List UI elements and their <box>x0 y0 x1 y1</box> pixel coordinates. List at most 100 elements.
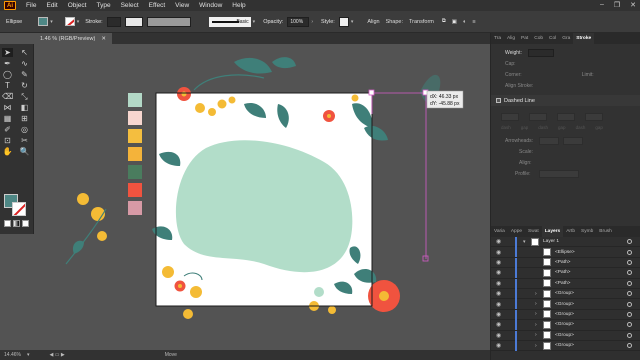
tab-symbols[interactable]: Symb <box>578 226 596 237</box>
dashed-line-checkbox[interactable] <box>496 98 501 103</box>
direct-selection-tool-icon[interactable]: ↖ <box>19 48 30 57</box>
layer-name[interactable]: <Path> <box>555 260 570 265</box>
expand-icon[interactable]: › <box>535 291 537 297</box>
default-colors-icon[interactable] <box>4 220 11 227</box>
menu-file[interactable]: File <box>26 2 36 9</box>
color-swatch[interactable] <box>128 201 142 215</box>
rotate-tool-icon[interactable]: ↻ <box>19 81 30 90</box>
dash-input[interactable] <box>557 112 575 121</box>
target-icon[interactable] <box>627 239 632 245</box>
artwork[interactable]: dX: 46.33 px dY: -45.88 px <box>34 44 490 350</box>
shape-builder-icon[interactable]: ◧ <box>19 103 30 112</box>
tab-stroke[interactable]: Stroke <box>573 33 595 44</box>
mesh-tool-icon[interactable]: ⊞ <box>19 114 30 123</box>
opacity-input[interactable]: 100% <box>287 16 310 27</box>
visibility-eye-icon[interactable]: ◉ <box>496 332 501 339</box>
layer-row[interactable]: ◉ <Ellipse> <box>491 247 640 258</box>
menu-view[interactable]: View <box>175 2 189 9</box>
artboard-tool-icon[interactable]: ⊡ <box>2 136 13 145</box>
dashed-line-row[interactable]: Dashed Line <box>491 95 640 106</box>
color-swatch[interactable] <box>128 93 142 107</box>
ellipse-tool-icon[interactable]: ◯ <box>2 70 13 79</box>
layer-name[interactable]: <Path> <box>555 270 570 275</box>
scale-tool-icon[interactable]: ⤡ <box>19 92 30 101</box>
visibility-eye-icon[interactable]: ◉ <box>496 321 501 328</box>
layer-row[interactable]: ◉ <Path> <box>491 268 640 279</box>
layer-row[interactable]: ◉ <Path> <box>491 257 640 269</box>
color-swatch[interactable] <box>128 183 142 197</box>
menu-select[interactable]: Select <box>121 2 139 9</box>
width-tool-icon[interactable]: ⋈ <box>2 103 13 112</box>
graphic-style-swatch[interactable] <box>338 16 349 27</box>
target-icon[interactable] <box>627 280 632 286</box>
color-swatch[interactable] <box>128 111 142 125</box>
color-swatch[interactable] <box>128 129 142 143</box>
menu-icon[interactable]: ≡ <box>472 19 475 25</box>
selection-handle[interactable] <box>422 255 429 262</box>
target-icon[interactable] <box>627 259 632 265</box>
visibility-eye-icon[interactable]: ◉ <box>496 269 501 276</box>
none-icon[interactable] <box>22 220 29 227</box>
layer-row[interactable]: ◉ › <Group> <box>491 340 640 352</box>
tab-appearance[interactable]: Appe <box>508 226 525 237</box>
flower-yellow[interactable] <box>190 286 202 298</box>
target-icon[interactable] <box>627 343 632 349</box>
tab-layers[interactable]: Layers <box>541 226 564 237</box>
flower-yellow[interactable] <box>97 231 107 241</box>
stroke-swatch[interactable] <box>64 17 75 26</box>
gap-input[interactable] <box>529 112 547 121</box>
menu-help[interactable]: Help <box>232 2 245 9</box>
layer-row[interactable]: ◉ › <Group> <box>491 320 640 331</box>
flower-yellow[interactable] <box>208 108 216 116</box>
chevron-down-icon[interactable]: ▾ <box>27 352 30 358</box>
recolor-icon[interactable]: ◐ <box>463 19 466 25</box>
tab-variables[interactable]: Varia <box>491 226 508 237</box>
chevron-down-icon[interactable]: ▾ <box>351 19 354 25</box>
color-swatch[interactable] <box>128 165 142 179</box>
target-icon[interactable] <box>627 270 632 276</box>
target-icon[interactable] <box>627 291 632 297</box>
restore-icon[interactable]: ❐ <box>614 1 620 9</box>
flower-yellow[interactable] <box>195 103 205 113</box>
layer-name[interactable]: <Ellipse> <box>555 250 575 255</box>
curvature-tool-icon[interactable]: ∿ <box>19 59 30 68</box>
visibility-eye-icon[interactable]: ◉ <box>496 238 501 245</box>
gap-input[interactable] <box>585 112 603 121</box>
close-tab-icon[interactable]: ✕ <box>101 36 106 42</box>
layer-row[interactable]: ◉ › <Group> <box>491 330 640 341</box>
expand-icon[interactable]: › <box>535 343 537 349</box>
layer-row[interactable]: ◉ › <Group> <box>491 299 640 310</box>
target-icon[interactable] <box>627 249 632 255</box>
menu-edit[interactable]: Edit <box>46 2 57 9</box>
tab-color[interactable]: Col <box>546 33 559 44</box>
target-icon[interactable] <box>627 322 632 328</box>
close-icon[interactable]: ✕ <box>630 1 636 9</box>
layer-name[interactable]: <Group> <box>555 291 574 296</box>
layer-name[interactable]: <Group> <box>555 343 574 348</box>
expand-icon[interactable]: › <box>535 322 537 328</box>
stroke-profile-dropdown[interactable] <box>146 16 191 27</box>
fill-swatch[interactable] <box>38 17 49 26</box>
leaf[interactable] <box>72 240 84 254</box>
layer-name[interactable]: Layer 1 <box>543 239 559 244</box>
chevron-right-icon[interactable]: › <box>311 19 313 25</box>
visibility-eye-icon[interactable]: ◉ <box>496 259 501 266</box>
expand-icon[interactable]: ▾ <box>523 239 526 245</box>
canvas[interactable]: dX: 46.33 px dY: -45.88 px <box>34 44 490 350</box>
variable-width-dropdown[interactable] <box>124 16 143 27</box>
layer-name[interactable]: <Group> <box>555 333 574 338</box>
hand-tool-icon[interactable]: ✋ <box>2 147 13 156</box>
end-arrowhead-dropdown[interactable] <box>563 136 584 145</box>
blend-tool-icon[interactable]: ◎ <box>19 125 30 134</box>
dash-input[interactable] <box>501 112 519 121</box>
align-button[interactable]: Align <box>367 19 379 25</box>
tab-transform[interactable]: Tra <box>491 33 504 44</box>
perspective-tool-icon[interactable]: ▦ <box>2 114 13 123</box>
flower-yellow[interactable] <box>217 99 227 109</box>
weight-input[interactable] <box>527 48 554 57</box>
shape-button[interactable]: Shape: <box>386 19 403 25</box>
tab-swatches[interactable]: Swat <box>525 226 542 237</box>
artboard-navigator[interactable]: ◀ ▭ ▶ <box>49 352 64 358</box>
zoom-tool-icon[interactable]: 🔍 <box>19 147 30 156</box>
tab-align[interactable]: Alig <box>504 33 518 44</box>
